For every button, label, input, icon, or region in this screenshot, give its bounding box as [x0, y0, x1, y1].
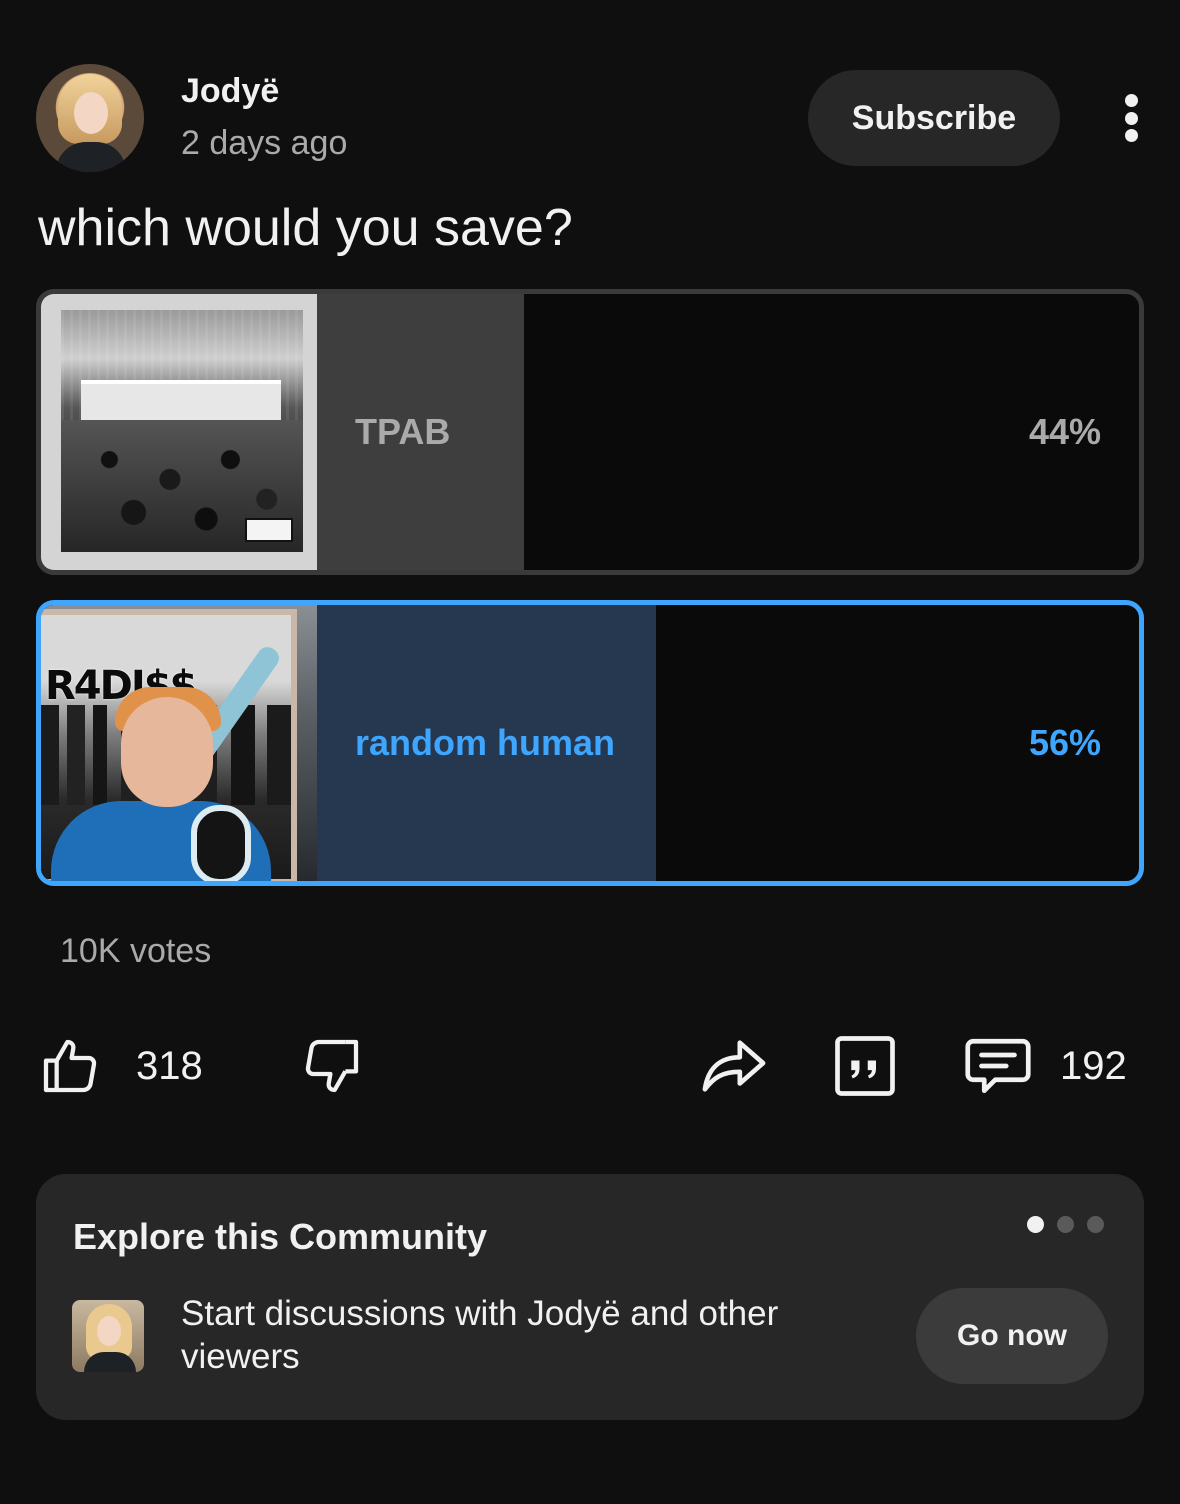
comment-count: 192 [1060, 1043, 1127, 1088]
quote-button[interactable] [832, 1030, 898, 1102]
go-now-button[interactable]: Go now [916, 1288, 1108, 1384]
card-description: Start discussions with Jodyë and other v… [181, 1294, 779, 1376]
comment-button[interactable]: 192 [962, 1030, 1127, 1102]
poll-option-label: TPAB [355, 411, 451, 452]
poll-option-random-human[interactable]: R4DI$$ random human 56% [36, 600, 1144, 886]
thumb-down-icon [305, 1039, 359, 1093]
poll-option-tpab[interactable]: TPAB 44% [36, 289, 1144, 575]
pager-dot [1027, 1216, 1044, 1233]
share-button[interactable] [698, 1030, 770, 1102]
poll-option-percent: 44% [1028, 411, 1101, 452]
quote-icon [835, 1036, 895, 1096]
poll-option-percent: 56% [1028, 722, 1101, 763]
post-time: 2 days ago [181, 124, 348, 162]
vote-count: 10K votes [60, 932, 212, 970]
poll-option-image [41, 294, 317, 570]
poll-option-label: random human [355, 722, 616, 763]
more-vert-icon[interactable] [1106, 88, 1156, 148]
card-title: Explore this Community [73, 1216, 488, 1257]
share-icon [702, 1040, 766, 1092]
pager-dot [1057, 1216, 1074, 1233]
subscribe-button[interactable]: Subscribe [808, 70, 1060, 166]
poll-option-image: R4DI$$ [41, 605, 317, 881]
explore-community-card: Explore this Community Start discussions… [36, 1174, 1144, 1420]
like-button[interactable]: 318 [38, 1030, 203, 1102]
channel-avatar[interactable] [36, 64, 144, 172]
carousel-pager [1027, 1216, 1104, 1233]
thumb-up-icon [43, 1039, 97, 1093]
community-post: Jodyë 2 days ago Subscribe which would y… [0, 0, 1180, 1504]
dislike-button[interactable] [300, 1030, 364, 1102]
post-text: which would you save? [38, 199, 573, 257]
channel-avatar-small [72, 1300, 144, 1372]
like-count: 318 [136, 1043, 203, 1088]
pager-dot [1087, 1216, 1104, 1233]
channel-name[interactable]: Jodyë [181, 72, 279, 111]
comment-icon [965, 1038, 1031, 1094]
